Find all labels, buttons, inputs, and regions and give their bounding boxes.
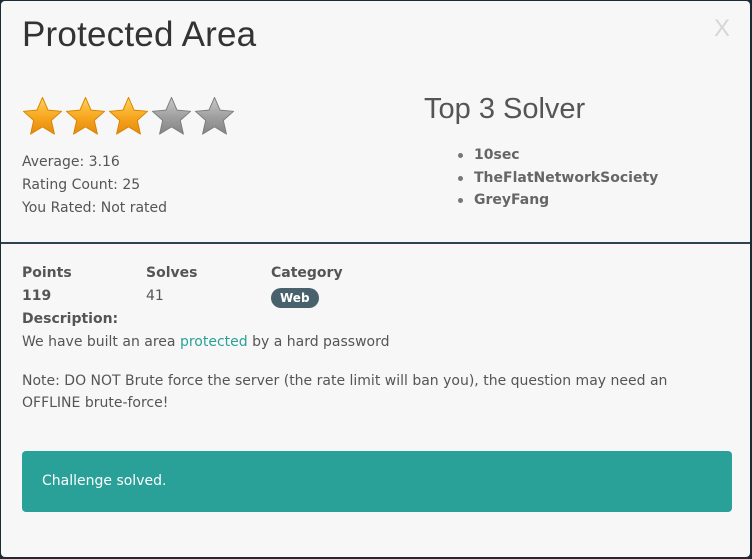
rating-average: Average: 3.16 — [22, 154, 120, 170]
star-icon-2[interactable] — [64, 95, 107, 138]
rating-count: Rating Count: 25 — [22, 177, 141, 193]
solves-label: Solves — [146, 265, 198, 281]
points-label: Points — [22, 265, 72, 281]
star-icon-4[interactable] — [150, 95, 193, 138]
challenge-modal: Protected Area X Average: 3.16 Rating Co… — [1, 1, 750, 557]
category-badge: Web — [271, 288, 319, 308]
solves-value: 41 — [146, 288, 164, 304]
rating-info: Average: 3.16 Rating Count: 25 You Rated… — [22, 151, 167, 220]
description-label: Description: — [22, 311, 119, 327]
solved-alert: Challenge solved. — [22, 451, 732, 512]
points-value: 119 — [22, 288, 52, 304]
description-text: We have built an area protected by a har… — [22, 334, 390, 350]
challenge-title: Protected Area — [22, 15, 257, 54]
close-button[interactable]: X — [714, 15, 730, 43]
protected-link[interactable]: protected — [180, 334, 248, 350]
solver-item: TheFlatNetworkSociety — [458, 167, 658, 190]
star-icon-5[interactable] — [193, 95, 236, 138]
star-rating[interactable] — [21, 95, 236, 139]
description-text-after: by a hard password — [247, 334, 390, 350]
top-solvers-list: 10sec TheFlatNetworkSociety GreyFang — [458, 144, 658, 212]
star-icon-1[interactable] — [21, 95, 64, 138]
description-note: Note: DO NOT Brute force the server (the… — [22, 373, 668, 411]
top-solvers-title: Top 3 Solver — [424, 93, 586, 125]
category-label: Category — [271, 265, 343, 281]
rating-you-rated: You Rated: Not rated — [22, 200, 168, 216]
star-icon-3[interactable] — [107, 95, 150, 138]
description-text-before: We have built an area — [22, 334, 180, 350]
solver-item: 10sec — [458, 144, 658, 167]
section-divider — [1, 242, 750, 244]
solver-item: GreyFang — [458, 189, 658, 212]
